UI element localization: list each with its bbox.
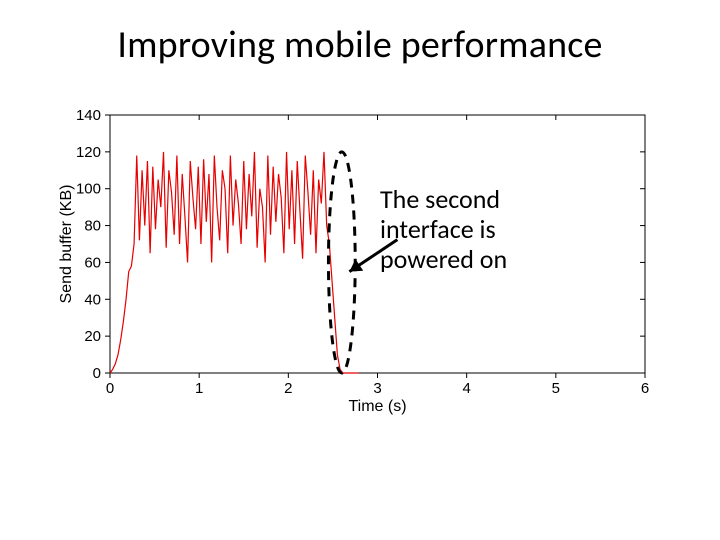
svg-text:5: 5: [552, 380, 560, 397]
svg-text:Send buffer (KB): Send buffer (KB): [58, 185, 75, 304]
annotation-text: The second interface is powered on: [380, 185, 507, 275]
svg-text:3: 3: [373, 380, 381, 397]
slide-title: Improving mobile performance: [0, 22, 720, 68]
annotation-line-2: interface is: [380, 215, 507, 245]
svg-text:2: 2: [284, 380, 292, 397]
svg-text:0: 0: [106, 380, 114, 397]
svg-text:120: 120: [76, 144, 101, 161]
svg-text:20: 20: [84, 328, 101, 345]
svg-text:80: 80: [84, 218, 101, 235]
svg-text:6: 6: [641, 380, 649, 397]
svg-text:100: 100: [76, 181, 101, 198]
chart-send-buffer: 0123456020406080100120140Time (s)Send bu…: [55, 105, 655, 415]
svg-text:4: 4: [462, 380, 470, 397]
svg-text:140: 140: [76, 107, 101, 124]
svg-text:0: 0: [93, 365, 101, 382]
svg-text:1: 1: [195, 380, 203, 397]
svg-text:60: 60: [84, 254, 101, 271]
annotation-line-3: powered on: [380, 245, 507, 275]
svg-text:Time (s): Time (s): [348, 398, 406, 415]
svg-text:40: 40: [84, 291, 101, 308]
annotation-line-1: The second: [380, 185, 507, 215]
